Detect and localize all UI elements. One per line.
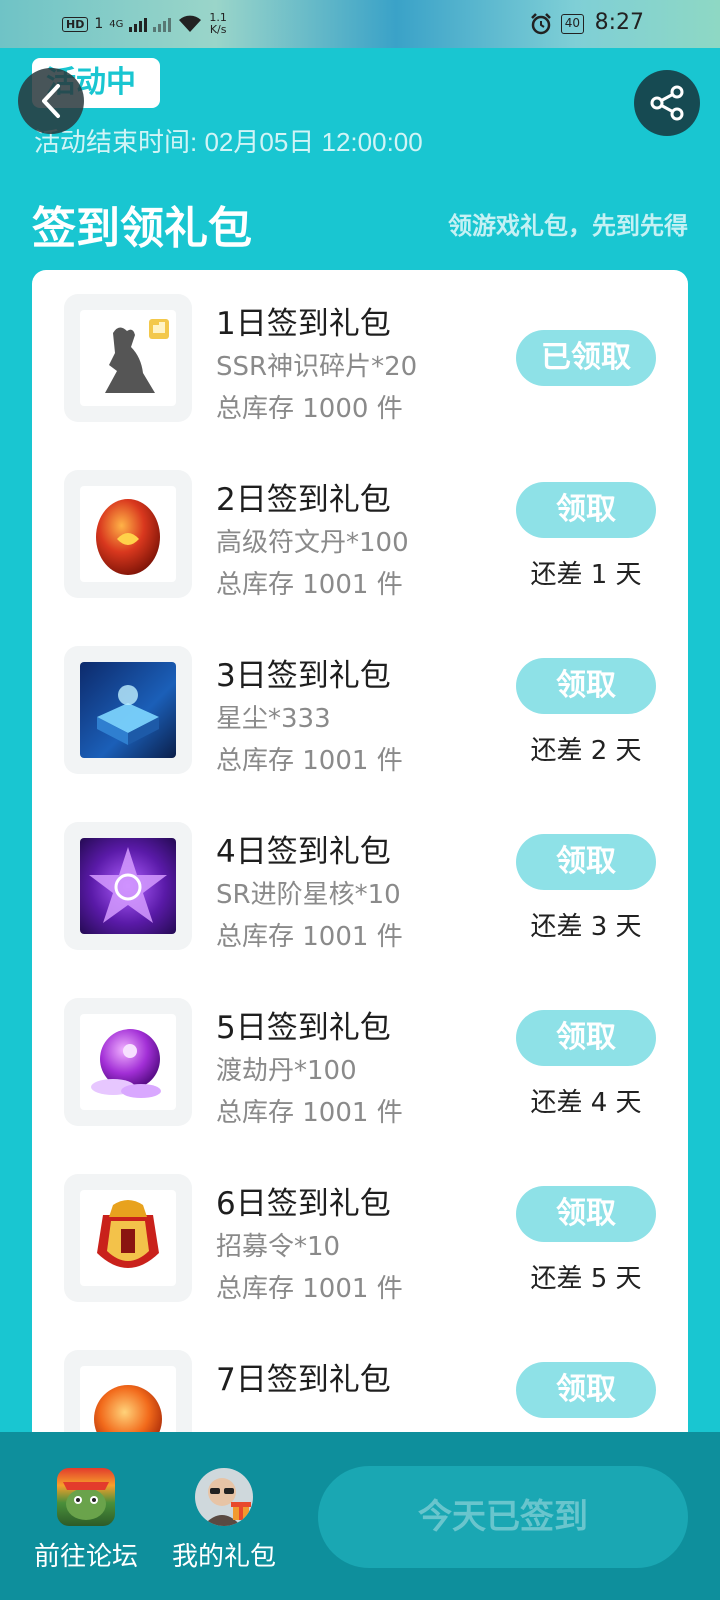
share-button[interactable] [634,70,700,136]
alarm-icon [530,13,551,35]
gift-stock: 总库存 1001 件 [216,922,403,952]
gift-thumbnail [64,470,192,598]
gift-row: 5日签到礼包 渡劫丹*100 总库存 1001 件 领取 还差 4 天 [32,974,688,1128]
gift-item-name: 招募令*10 [216,1232,341,1262]
stardust-box-icon [80,662,176,758]
net-speed: 1.1 K/s [209,12,227,36]
days-remaining: 还差 5 天 [530,1264,642,1294]
gift-item-name: 星尘*333 [216,704,331,734]
claim-button[interactable]: 领取 [516,834,656,890]
gift-thumbnail [64,1174,192,1302]
claim-button[interactable]: 领取 [516,1186,656,1242]
clock: 8:27 [594,10,644,35]
gift-item-name: SR进阶星核*10 [216,880,401,910]
claim-button[interactable]: 领取 [516,1010,656,1066]
avatar-gift-icon [195,1468,253,1526]
forum-label: 前往论坛 [33,1542,138,1572]
status-bar-left: HD 1 4G 1.1 K/s [62,12,227,36]
gift-stock: 总库存 1001 件 [216,746,403,776]
gift-title: 5日签到礼包 [216,1010,391,1046]
battery-icon: 40 [560,14,584,34]
wifi-icon [179,15,202,32]
claim-button[interactable]: 领取 [516,1362,656,1418]
claimed-button[interactable]: 已领取 [516,330,656,386]
signed-in-button[interactable]: 今天已签到 [318,1466,688,1568]
gift-title: 6日签到礼包 [216,1186,391,1222]
gift-stock: 总库存 1001 件 [216,1274,403,1304]
gift-item-name: 高级符文丹*100 [216,528,409,558]
section-subtitle: 领游戏礼包，先到先得 [448,212,688,240]
signal-icon-2 [153,16,172,32]
forum-game-icon [57,1468,115,1526]
gift-list-card[interactable]: 1日签到礼包 SSR神识碎片*20 总库存 1000 件 已领取 2日签到礼包 … [32,270,688,1470]
network-type: 4G [109,18,124,30]
gift-thumbnail [64,294,192,422]
bottom-bar: 前往论坛 我的礼包 今天已签到 [0,1432,720,1600]
gift-item-name: 渡劫丹*100 [216,1056,357,1086]
forum-link[interactable]: 前往论坛 [26,1468,146,1573]
days-remaining: 还差 4 天 [530,1088,642,1118]
gift-thumbnail [64,646,192,774]
sim-indicator: 1 [94,16,104,32]
days-remaining: 还差 3 天 [530,912,642,942]
activity-end-time: 活动结束时间: 02月05日 12:00:00 [34,127,423,157]
silhouette-shard-icon [80,310,176,406]
days-remaining: 还差 1 天 [530,560,642,590]
claim-button[interactable]: 领取 [516,658,656,714]
back-button[interactable] [18,68,84,134]
gift-stock: 总库存 1001 件 [216,1098,403,1128]
gift-stock: 总库存 1000 件 [216,394,403,424]
gift-item-name: SSR神识碎片*20 [216,352,418,382]
rune-pill-icon [80,486,176,582]
my-gifts-label: 我的礼包 [171,1542,276,1572]
star-core-icon [80,838,176,934]
chevron-left-icon [42,84,60,118]
gift-title: 2日签到礼包 [216,482,391,518]
signal-icon [129,16,148,32]
days-remaining: 还差 2 天 [530,736,642,766]
gift-title: 1日签到礼包 [216,306,391,342]
tribulation-pill-icon [80,1014,176,1110]
gift-row: 1日签到礼包 SSR神识碎片*20 总库存 1000 件 已领取 [32,270,688,424]
gift-title: 4日签到礼包 [216,834,391,870]
gift-thumbnail [64,822,192,950]
claim-button[interactable]: 领取 [516,482,656,538]
recruit-token-icon [80,1190,176,1286]
gift-stock: 总库存 1001 件 [216,570,403,600]
section-title: 签到领礼包 [32,203,252,254]
status-bar: HD 1 4G 1.1 K/s 40 8:27 [0,0,720,48]
gift-row: 6日签到礼包 招募令*10 总库存 1001 件 领取 还差 5 天 [32,1150,688,1304]
gift-thumbnail [64,998,192,1126]
gift-row: 4日签到礼包 SR进阶星核*10 总库存 1001 件 领取 还差 3 天 [32,798,688,952]
my-gifts-link[interactable]: 我的礼包 [164,1468,284,1573]
hd-badge: HD [62,16,89,32]
gift-row: 2日签到礼包 高级符文丹*100 总库存 1001 件 领取 还差 1 天 [32,446,688,600]
gift-title: 3日签到礼包 [216,658,391,694]
gift-title: 7日签到礼包 [216,1362,391,1398]
share-icon [650,85,684,121]
status-bar-right: 40 [529,12,584,36]
gift-row: 3日签到礼包 星尘*333 总库存 1001 件 领取 还差 2 天 [32,622,688,776]
net-speed-unit: K/s [209,23,227,36]
